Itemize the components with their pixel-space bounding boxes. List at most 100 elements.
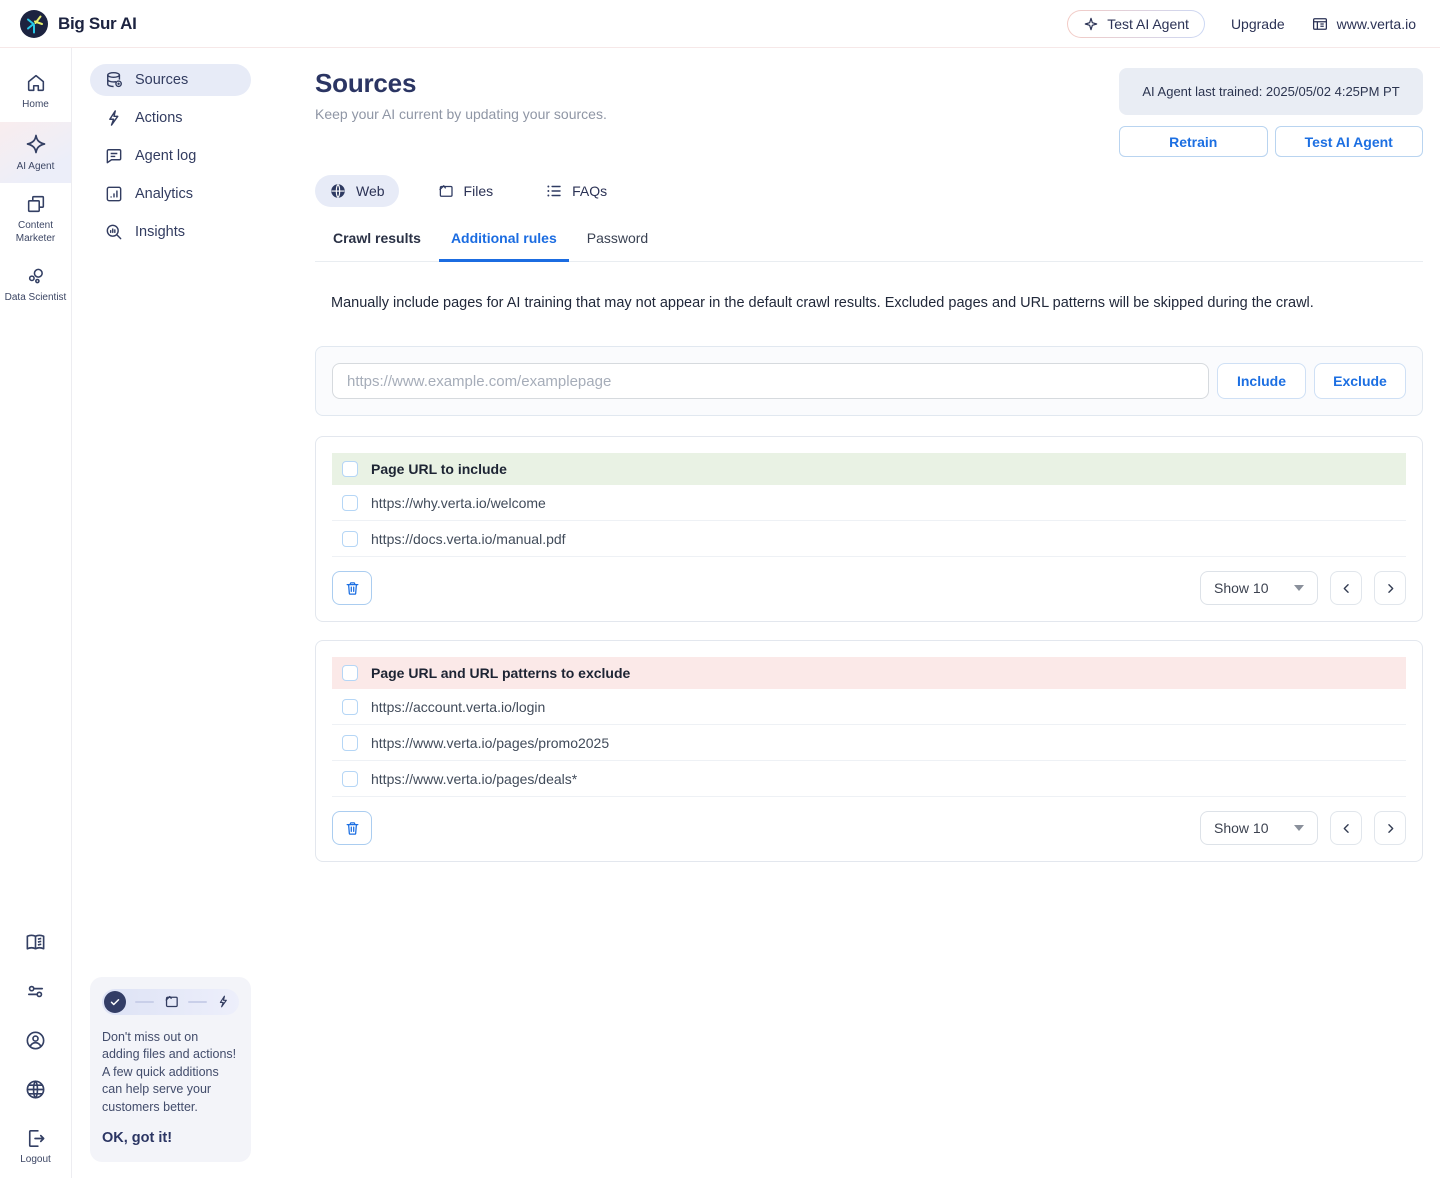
table-row: https://why.verta.io/welcome bbox=[332, 485, 1406, 521]
brand-name: Big Sur AI bbox=[58, 13, 137, 33]
select-all-checkbox[interactable] bbox=[342, 461, 358, 477]
delete-selected-button[interactable] bbox=[332, 811, 372, 845]
row-checkbox[interactable] bbox=[342, 698, 358, 715]
sparkle-icon bbox=[1083, 16, 1099, 32]
last-trained-banner: AI Agent last trained: 2025/05/02 4:25PM… bbox=[1119, 68, 1423, 115]
insights-magnifier-icon bbox=[104, 222, 124, 242]
retrain-button[interactable]: Retrain bbox=[1119, 126, 1268, 157]
home-icon bbox=[25, 72, 47, 94]
subtab-password[interactable]: Password bbox=[575, 217, 660, 261]
rules-description: Manually include pages for AI training t… bbox=[331, 295, 1314, 311]
row-url: https://account.verta.io/login bbox=[371, 698, 546, 715]
rail-item-data-scientist[interactable]: Data Scientist bbox=[0, 255, 71, 315]
page-size-select[interactable]: Show 10 bbox=[1200, 811, 1318, 845]
chat-icon bbox=[104, 146, 124, 166]
header-right: Test AI Agent Upgrade www.verta.io bbox=[1067, 9, 1416, 38]
test-ai-agent-button[interactable]: Test AI Agent bbox=[1274, 126, 1423, 157]
next-page-button[interactable] bbox=[1374, 571, 1406, 605]
logout-label: Logout bbox=[20, 1153, 51, 1165]
sidebar-item-label: Actions bbox=[135, 110, 183, 126]
rail-item-language[interactable] bbox=[24, 1078, 47, 1101]
next-page-button[interactable] bbox=[1374, 811, 1406, 845]
include-table-card: Page URL to include https://why.verta.io… bbox=[315, 436, 1423, 622]
rail-label: Content Marketer bbox=[15, 220, 56, 244]
tab-label: Files bbox=[463, 183, 494, 199]
prev-page-button[interactable] bbox=[1330, 571, 1362, 605]
sidebar-item-insights[interactable]: Insights bbox=[90, 216, 251, 248]
tab-files[interactable]: Files bbox=[423, 175, 508, 207]
ai-agent-icon bbox=[24, 132, 48, 156]
sidebar-item-agent-log[interactable]: Agent log bbox=[90, 140, 251, 172]
include-button[interactable]: Include bbox=[1217, 363, 1306, 399]
sidebar-item-label: Analytics bbox=[135, 186, 194, 202]
exclude-table-card: Page URL and URL patterns to exclude htt… bbox=[315, 640, 1423, 862]
rail-label: Home bbox=[22, 99, 49, 110]
page-title: Sources bbox=[315, 68, 417, 98]
check-circle-icon bbox=[104, 990, 126, 1013]
rail-item-docs[interactable] bbox=[24, 931, 47, 954]
exclude-button[interactable]: Exclude bbox=[1314, 363, 1406, 399]
sidebar-item-label: Agent log bbox=[135, 148, 197, 164]
site-selector[interactable]: www.verta.io bbox=[1311, 15, 1416, 33]
tab-web[interactable]: Web bbox=[315, 175, 399, 207]
sidebar-item-analytics[interactable]: Analytics bbox=[90, 178, 251, 210]
rail-item-ai-agent[interactable]: AI Agent bbox=[0, 121, 71, 183]
row-checkbox[interactable] bbox=[342, 530, 358, 547]
tab-faqs[interactable]: FAQs bbox=[531, 175, 621, 207]
upgrade-link[interactable]: Upgrade bbox=[1231, 16, 1285, 32]
progress-connector bbox=[188, 1000, 208, 1003]
files-icon bbox=[437, 182, 455, 200]
site-label: www.verta.io bbox=[1336, 15, 1416, 32]
row-checkbox[interactable] bbox=[342, 734, 358, 751]
row-checkbox[interactable] bbox=[342, 770, 358, 787]
tab-label: Web bbox=[356, 183, 385, 199]
web-globe-icon bbox=[329, 182, 347, 200]
content-marketer-icon bbox=[25, 193, 47, 215]
page-size-select[interactable]: Show 10 bbox=[1200, 571, 1318, 605]
exclude-table-header: Page URL and URL patterns to exclude bbox=[332, 657, 1406, 689]
sidebar-item-label: Insights bbox=[135, 224, 185, 240]
chevron-down-icon bbox=[1294, 585, 1304, 591]
test-ai-agent-header-button[interactable]: Test AI Agent bbox=[1067, 9, 1205, 38]
table-row: https://docs.verta.io/manual.pdf bbox=[332, 521, 1406, 557]
select-all-checkbox[interactable] bbox=[342, 665, 358, 681]
rail-label: Data Scientist bbox=[4, 292, 67, 303]
rail-item-home[interactable]: Home bbox=[0, 62, 71, 122]
table-row: https://account.verta.io/login bbox=[332, 689, 1406, 725]
trash-icon bbox=[344, 580, 361, 597]
rail-item-settings[interactable] bbox=[24, 980, 47, 1003]
promo-message: Don't miss out on adding files and actio… bbox=[102, 1029, 237, 1114]
sidebar-item-actions[interactable]: Actions bbox=[90, 102, 251, 134]
page-size-label: Show 10 bbox=[1214, 580, 1269, 596]
progress-connector bbox=[134, 1000, 154, 1003]
sidebar-item-label: Sources bbox=[135, 72, 189, 88]
subtab-crawl-results[interactable]: Crawl results bbox=[321, 217, 433, 261]
subtab-additional-rules[interactable]: Additional rules bbox=[438, 217, 569, 262]
promo-dismiss-button[interactable]: OK, got it! bbox=[102, 1130, 239, 1146]
url-input[interactable] bbox=[332, 363, 1209, 399]
chevron-down-icon bbox=[1294, 825, 1304, 831]
trash-icon bbox=[344, 820, 361, 837]
source-tabs: Web Files FAQs bbox=[315, 175, 1423, 207]
icon-rail: Home AI Agent Content Marketer Data Scie… bbox=[0, 48, 72, 1178]
row-checkbox[interactable] bbox=[342, 494, 358, 511]
prev-page-button[interactable] bbox=[1330, 811, 1362, 845]
files-step-icon bbox=[163, 993, 180, 1010]
logout-icon bbox=[24, 1127, 47, 1150]
sidebar-item-sources[interactable]: Sources bbox=[90, 64, 251, 96]
include-table-header: Page URL to include bbox=[332, 453, 1406, 485]
rail-label: AI Agent bbox=[16, 160, 55, 172]
rail-item-logout[interactable]: Logout bbox=[20, 1127, 51, 1167]
actions-step-icon bbox=[216, 994, 231, 1009]
analytics-chart-icon bbox=[104, 184, 124, 204]
account-icon bbox=[24, 1029, 47, 1052]
row-url: https://docs.verta.io/manual.pdf bbox=[371, 530, 566, 547]
page-subtitle: Keep your AI current by updating your so… bbox=[315, 106, 607, 122]
brand-logo-icon bbox=[20, 9, 48, 38]
delete-selected-button[interactable] bbox=[332, 571, 372, 605]
exclude-header-label: Page URL and URL patterns to exclude bbox=[371, 665, 631, 681]
brand: Big Sur AI bbox=[20, 9, 137, 38]
rail-item-account[interactable] bbox=[24, 1029, 47, 1052]
table-row: https://www.verta.io/pages/deals* bbox=[332, 761, 1406, 797]
rail-item-content-marketer[interactable]: Content Marketer bbox=[0, 183, 71, 255]
